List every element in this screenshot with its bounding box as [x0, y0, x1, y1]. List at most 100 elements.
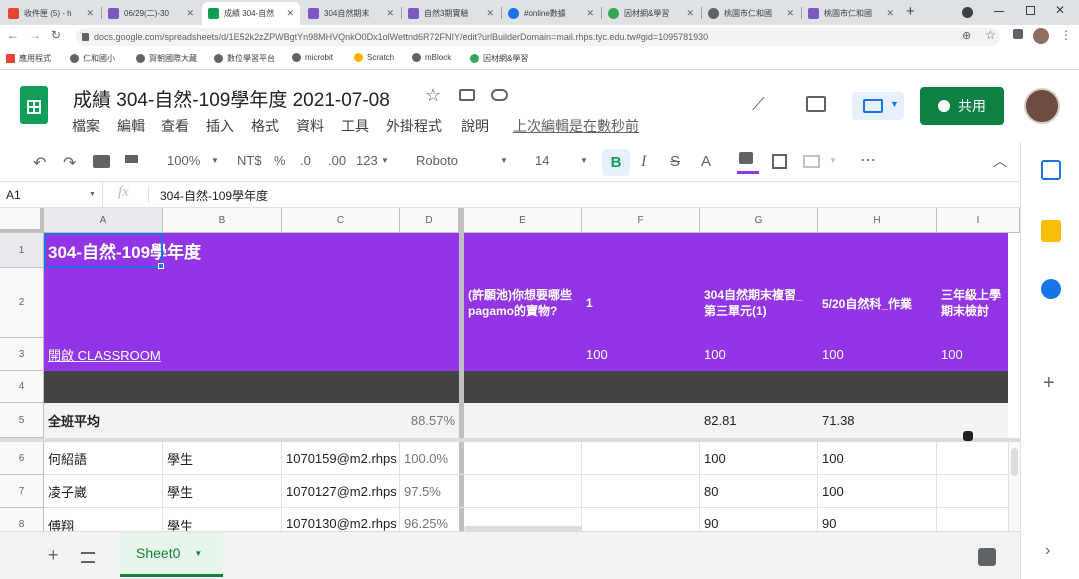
decrease-decimal-button[interactable]: .0: [300, 153, 311, 168]
cloud-status-icon[interactable]: [491, 89, 508, 101]
close-tab-icon[interactable]: ✕: [482, 8, 494, 19]
account-avatar[interactable]: [1024, 88, 1060, 124]
close-tab-icon[interactable]: ✕: [182, 8, 194, 19]
close-window-icon[interactable]: ✕: [1055, 3, 1065, 17]
back-icon[interactable]: ←: [7, 28, 19, 42]
cell-h3[interactable]: 100: [818, 338, 937, 371]
url-field[interactable]: docs.google.com/spreadsheets/d/1E52k2zZP…: [76, 28, 1000, 46]
profile-menu-icon[interactable]: [962, 7, 973, 18]
explore-icon[interactable]: [978, 548, 996, 566]
minimize-icon[interactable]: [994, 11, 1004, 12]
redo-icon[interactable]: ↷: [63, 153, 76, 173]
cell-g2[interactable]: 304自然期末複習_第三單元(1): [700, 268, 818, 338]
document-title[interactable]: 成績 304-自然-109學年度 2021-07-08: [73, 85, 390, 112]
selected-cell-outline[interactable]: [44, 233, 163, 268]
column-header-h[interactable]: H: [818, 208, 937, 233]
student-name[interactable]: 何紹語: [44, 442, 163, 475]
student-role[interactable]: 學生: [163, 442, 282, 475]
profile-avatar[interactable]: [1033, 28, 1049, 44]
reload-icon[interactable]: ↻: [51, 28, 61, 42]
menu-insert[interactable]: 插入: [206, 116, 234, 136]
close-tab-icon[interactable]: ✕: [382, 8, 394, 19]
chrome-menu-icon[interactable]: ⋮: [1060, 28, 1072, 42]
forward-icon[interactable]: →: [29, 28, 41, 42]
vertical-scrollbar[interactable]: [1008, 442, 1020, 531]
collapse-menus-icon[interactable]: ︿: [993, 151, 1007, 171]
row-header-3[interactable]: 3: [0, 338, 44, 371]
close-tab-icon[interactable]: ✕: [582, 8, 594, 19]
column-header-c[interactable]: C: [282, 208, 400, 233]
sheet-tab-active[interactable]: Sheet0 ▼: [120, 532, 223, 577]
browser-tab-8[interactable]: 桃園市仁和國 ✕: [702, 2, 800, 25]
italic-button[interactable]: I: [641, 153, 646, 171]
close-tab-icon[interactable]: ✕: [782, 8, 794, 19]
vertical-scroll-thumb[interactable]: [1011, 448, 1018, 476]
column-header-i[interactable]: I: [937, 208, 1020, 233]
column-header-e[interactable]: E: [464, 208, 582, 233]
student-score-g[interactable]: 100: [700, 442, 818, 475]
activity-trend-icon[interactable]: ⟋: [752, 94, 765, 115]
menu-view[interactable]: 查看: [161, 116, 189, 136]
fill-handle[interactable]: [158, 263, 164, 269]
more-formats-select[interactable]: 123: [356, 153, 378, 168]
student-score-h[interactable]: 100: [818, 442, 937, 475]
menu-addons[interactable]: 外掛程式: [386, 116, 442, 136]
star-icon[interactable]: ☆: [425, 85, 441, 106]
row-header-8[interactable]: 8: [0, 508, 44, 531]
print-icon[interactable]: [93, 155, 110, 168]
menu-format[interactable]: 格式: [251, 116, 279, 136]
zoom-select[interactable]: 100%: [167, 153, 200, 168]
add-sheet-button[interactable]: +: [48, 545, 59, 566]
formula-input[interactable]: 304-自然-109學年度: [160, 187, 268, 204]
browser-tab-active[interactable]: 成績 304-自然 ✕: [202, 2, 300, 25]
menu-edit[interactable]: 編輯: [117, 116, 145, 136]
student-email[interactable]: 1070159@m2.rhps: [282, 442, 400, 475]
cell-i3[interactable]: 100: [937, 338, 1008, 371]
column-header-d[interactable]: D: [400, 208, 459, 233]
cell-f2[interactable]: 1: [582, 268, 700, 338]
fill-color-icon[interactable]: [739, 152, 753, 164]
browser-tab-9[interactable]: 桃園市仁和國 ✕: [802, 2, 900, 25]
currency-format-button[interactable]: NT$: [237, 153, 262, 168]
bookmark-item[interactable]: 賀朝國際大藏: [136, 53, 197, 64]
borders-icon[interactable]: [772, 154, 787, 169]
name-box[interactable]: A1 ▼: [0, 182, 103, 208]
cell-g3[interactable]: 100: [700, 338, 818, 371]
cell-g5[interactable]: 82.81: [700, 403, 818, 438]
student-role[interactable]: 學生: [163, 475, 282, 508]
bold-button[interactable]: B: [602, 149, 630, 176]
cell-h2[interactable]: 5/20自然科_作業: [818, 268, 937, 338]
move-folder-icon[interactable]: [459, 89, 475, 101]
tasks-icon[interactable]: [1041, 279, 1061, 299]
column-header-a[interactable]: A: [44, 208, 163, 233]
bookmark-item[interactable]: microbit: [292, 53, 333, 62]
student-score-g[interactable]: 80: [700, 475, 818, 508]
keep-icon[interactable]: [1041, 220, 1061, 242]
cell-f3[interactable]: 100: [582, 338, 700, 371]
column-header-g[interactable]: G: [700, 208, 818, 233]
row-header-6[interactable]: 6: [0, 442, 44, 475]
menu-tools[interactable]: 工具: [341, 116, 369, 136]
bookmark-star-icon[interactable]: ☆: [985, 28, 996, 42]
menu-help[interactable]: 說明: [461, 116, 489, 136]
zoom-icon[interactable]: ⊕: [962, 29, 971, 42]
present-button[interactable]: ▼: [852, 92, 904, 120]
bookmark-item[interactable]: 仁和國小: [70, 53, 115, 64]
percent-format-button[interactable]: %: [274, 153, 286, 168]
student-name[interactable]: 凌子崴: [44, 475, 163, 508]
student-score-h[interactable]: 100: [818, 475, 937, 508]
expand-panel-icon[interactable]: ›: [1045, 542, 1050, 560]
add-addon-icon[interactable]: +: [1043, 372, 1055, 395]
student-role[interactable]: 學生: [163, 508, 282, 531]
menu-data[interactable]: 資料: [296, 116, 324, 136]
column-header-f[interactable]: F: [582, 208, 700, 233]
student-name[interactable]: 傅翔: [44, 508, 163, 531]
maximize-icon[interactable]: [1026, 6, 1035, 15]
increase-decimal-button[interactable]: .00: [328, 153, 346, 168]
row-header-5[interactable]: 5: [0, 403, 44, 438]
browser-tab-5[interactable]: 自然3期實驗 ✕: [402, 2, 500, 25]
bookmark-item[interactable]: 數位學習平台: [214, 53, 275, 64]
close-tab-icon[interactable]: ✕: [882, 8, 894, 19]
student-email[interactable]: 1070130@m2.rhps: [282, 508, 400, 531]
close-tab-icon[interactable]: ✕: [682, 8, 694, 19]
